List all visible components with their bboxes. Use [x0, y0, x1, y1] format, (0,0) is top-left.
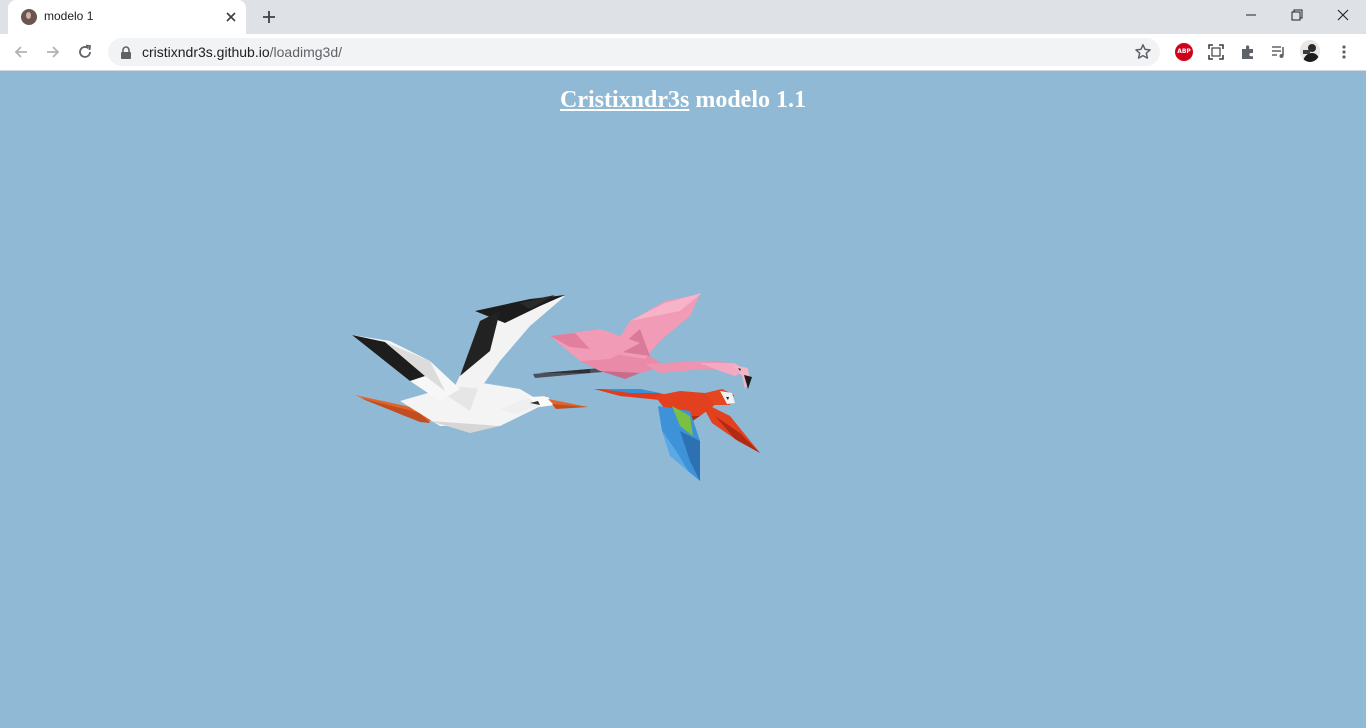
url-path: /loadimg3d/ — [269, 44, 343, 60]
browser-menu-icon[interactable] — [1334, 42, 1354, 62]
reload-icon[interactable] — [72, 39, 98, 65]
media-queue-icon[interactable] — [1269, 42, 1289, 62]
browser-tab[interactable]: modelo 1 — [8, 0, 246, 34]
extensions-puzzle-icon[interactable] — [1238, 42, 1258, 62]
avatar — [1300, 40, 1320, 62]
url-host: cristixndr3s.github.io — [142, 44, 270, 60]
macaw-model — [594, 389, 760, 481]
tab-strip: modelo 1 — [0, 0, 1366, 34]
browser-toolbar: cristixndr3s.github.io/loadimg3d/ ABP — [0, 34, 1366, 71]
close-window-icon[interactable] — [1320, 0, 1366, 30]
url-text[interactable]: cristixndr3s.github.io/loadimg3d/ — [142, 44, 342, 60]
abp-badge: ABP — [1175, 43, 1193, 61]
address-bar[interactable]: cristixndr3s.github.io/loadimg3d/ — [108, 38, 1160, 66]
birds-3d-scene[interactable] — [0, 71, 1366, 728]
tab-title: modelo 1 — [44, 9, 94, 23]
screen-capture-icon[interactable] — [1206, 42, 1226, 62]
minimize-icon[interactable] — [1228, 0, 1274, 30]
page-canvas: Cristixndr3s modelo 1.1 — [0, 71, 1366, 728]
close-tab-icon[interactable] — [222, 8, 240, 26]
stork-model — [352, 295, 588, 433]
profile-avatar-icon[interactable] — [1300, 40, 1320, 62]
bookmark-star-icon[interactable] — [1134, 43, 1152, 61]
forward-icon[interactable] — [40, 39, 66, 65]
back-icon[interactable] — [8, 39, 34, 65]
restore-icon[interactable] — [1274, 0, 1320, 30]
new-tab-icon[interactable] — [258, 6, 280, 28]
lock-icon[interactable] — [120, 45, 134, 59]
site-favicon-icon — [21, 9, 37, 25]
abp-icon[interactable]: ABP — [1174, 42, 1194, 62]
flamingo-model — [533, 293, 752, 389]
